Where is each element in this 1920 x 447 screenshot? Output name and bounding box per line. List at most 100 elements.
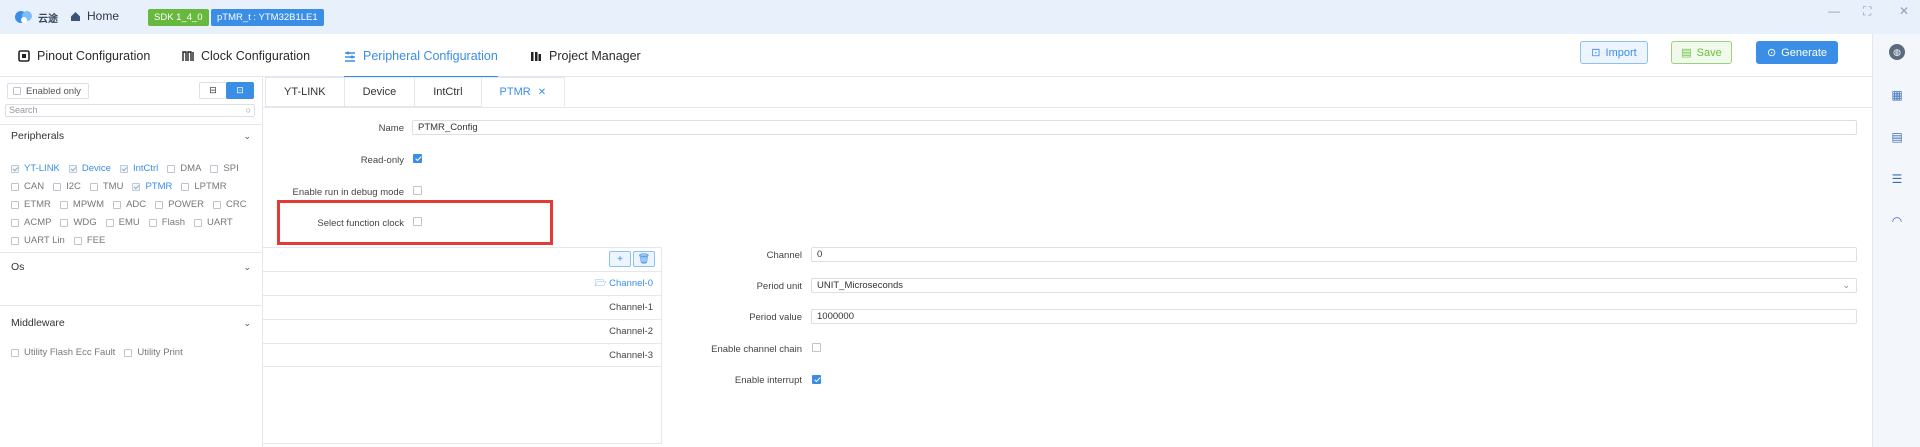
peripheral-etmr[interactable]: ETMR bbox=[11, 199, 51, 210]
peripheral-adc[interactable]: ADC bbox=[113, 199, 146, 210]
channel-row-0[interactable]: 🗁 Channel-0 bbox=[263, 271, 661, 295]
nav-peripheral-configuration[interactable]: Peripheral Configuration bbox=[344, 34, 498, 78]
middleware-header[interactable]: Middleware ⌄ bbox=[0, 313, 263, 333]
peripheral-device[interactable]: Device bbox=[68, 163, 111, 174]
channel-chain-label: Enable channel chain bbox=[711, 344, 802, 355]
trash-icon: 🗑 bbox=[637, 253, 651, 265]
peripheral-flash[interactable]: Flash bbox=[148, 217, 185, 228]
maximize-icon[interactable]: ⛶ bbox=[1863, 4, 1871, 19]
peripheral-yt-link[interactable]: YT-LINK bbox=[11, 163, 60, 174]
os-header[interactable]: Os ⌄ bbox=[0, 257, 263, 277]
nav-label: Project Manager bbox=[549, 48, 641, 63]
clock-wave-icon bbox=[182, 50, 194, 61]
middleware-utility-flash-ecc-fault[interactable]: Utility Flash Ecc Fault bbox=[11, 347, 115, 358]
save-button[interactable]: ▤ Save bbox=[1671, 41, 1732, 64]
divider bbox=[0, 124, 263, 125]
interrupt-label: Enable interrupt bbox=[734, 375, 802, 386]
peripheral-lptmr[interactable]: LPTMR bbox=[181, 181, 227, 192]
channel-row-3[interactable]: Channel-3 bbox=[263, 343, 661, 367]
peripheral-spi[interactable]: SPI bbox=[210, 163, 239, 174]
channel-row-1[interactable]: Channel-1 bbox=[263, 295, 661, 319]
name-input[interactable]: PTMR_Config bbox=[412, 120, 1857, 135]
collapse-all-button[interactable]: ⊟ bbox=[199, 82, 227, 99]
search-input[interactable]: Search ○ bbox=[5, 104, 255, 117]
search-icon: ○ bbox=[245, 105, 251, 115]
generate-button[interactable]: ⊙ Generate bbox=[1756, 41, 1838, 64]
right-rail: ◍ ▦ ▤ ☰ ◠ bbox=[1872, 34, 1920, 447]
name-label: Name bbox=[378, 123, 404, 134]
peripheral-ptmr[interactable]: PTMR bbox=[132, 181, 172, 192]
interrupt-checkbox[interactable] bbox=[812, 375, 821, 384]
chevron-down-icon: ⌄ bbox=[243, 130, 251, 141]
chevron-down-icon: ⌄ bbox=[1842, 280, 1850, 290]
divider bbox=[0, 305, 263, 306]
readonly-checkbox[interactable] bbox=[413, 154, 422, 163]
peripheral-row-4: ACMP WDG EMU Flash UART bbox=[11, 217, 242, 228]
peripheral-mpwm[interactable]: MPWM bbox=[59, 199, 104, 210]
nav-clock-configuration[interactable]: Clock Configuration bbox=[182, 34, 310, 77]
period-value-input[interactable]: 1000000 bbox=[811, 309, 1857, 324]
import-icon: ⊡ bbox=[1591, 47, 1601, 59]
nav-label: Clock Configuration bbox=[201, 48, 311, 63]
tab-yt-link[interactable]: YT-LINK bbox=[265, 77, 345, 107]
import-button[interactable]: ⊡ Import bbox=[1580, 41, 1648, 64]
delete-channel-button[interactable]: 🗑 bbox=[633, 251, 655, 267]
channel-row-2[interactable]: Channel-2 bbox=[263, 319, 661, 343]
save-icon: ▤ bbox=[1681, 47, 1692, 59]
close-window-icon[interactable]: ✕ bbox=[1899, 4, 1909, 18]
channel-chain-checkbox[interactable] bbox=[812, 343, 821, 352]
peripheral-icon bbox=[345, 51, 355, 62]
close-tab-icon[interactable]: ✕ bbox=[538, 87, 546, 98]
peripheral-row-1: YT-LINK Device IntCtrl DMA SPI bbox=[11, 163, 248, 174]
peripheral-fee[interactable]: FEE bbox=[73, 235, 105, 246]
peripheral-can[interactable]: CAN bbox=[11, 181, 44, 192]
peripheral-power[interactable]: POWER bbox=[155, 199, 204, 210]
highlight-box bbox=[277, 200, 553, 245]
peripheral-tabs: YT-LINK Device IntCtrl PTMR ✕ bbox=[265, 77, 566, 107]
period-unit-label: Period unit bbox=[756, 281, 802, 292]
channel-input[interactable]: 0 bbox=[811, 247, 1857, 262]
sliders-icon[interactable]: ☰ bbox=[1890, 172, 1904, 186]
gauge-icon[interactable]: ◠ bbox=[1890, 214, 1904, 228]
tab-device[interactable]: Device bbox=[343, 77, 416, 107]
tab-intctrl[interactable]: IntCtrl bbox=[414, 77, 482, 107]
tab-ptmr[interactable]: PTMR ✕ bbox=[480, 77, 566, 107]
peripheral-wdg[interactable]: WDG bbox=[60, 217, 97, 228]
peripheral-crc[interactable]: CRC bbox=[213, 199, 247, 210]
os-section: Os ⌄ bbox=[0, 257, 263, 277]
middleware-utility-print[interactable]: Utility Print bbox=[124, 347, 183, 358]
add-channel-button[interactable]: + bbox=[609, 251, 631, 267]
nav-label: Pinout Configuration bbox=[37, 48, 151, 63]
content-area: YT-LINK Device IntCtrl PTMR ✕ Name PTMR_… bbox=[263, 77, 1872, 447]
home-icon bbox=[71, 11, 80, 21]
generate-icon: ⊙ bbox=[1766, 47, 1777, 59]
enabled-only-checkbox[interactable]: Enabled only bbox=[7, 83, 89, 99]
debug-mode-label: Enable run in debug mode bbox=[292, 187, 404, 198]
grid-icon[interactable]: ▦ bbox=[1890, 88, 1904, 102]
home-link[interactable]: Home bbox=[70, 9, 119, 23]
nav-pinout-configuration[interactable]: Pinout Configuration bbox=[18, 34, 150, 77]
period-unit-select[interactable]: UNIT_Microseconds ⌄ bbox=[811, 278, 1857, 293]
nav-label: Peripheral Configuration bbox=[363, 48, 498, 63]
nav-project-manager[interactable]: Project Manager bbox=[530, 34, 641, 77]
folder-open-icon: 🗁 bbox=[594, 278, 610, 289]
peripheral-acmp[interactable]: ACMP bbox=[11, 217, 51, 228]
plus-icon: + bbox=[617, 253, 623, 265]
peripheral-intctrl[interactable]: IntCtrl bbox=[119, 163, 158, 174]
main-nav: Pinout Configuration Clock Configuration… bbox=[0, 34, 1872, 78]
peripheral-uart-lin[interactable]: UART Lin bbox=[11, 235, 65, 246]
peripheral-dma[interactable]: DMA bbox=[167, 163, 201, 174]
expand-all-button[interactable]: ⊡ bbox=[226, 82, 254, 99]
document-icon[interactable]: ▤ bbox=[1890, 130, 1904, 144]
peripheral-uart[interactable]: UART bbox=[194, 217, 233, 228]
middleware-section: Middleware ⌄ bbox=[0, 313, 263, 333]
peripheral-tmu[interactable]: TMU bbox=[89, 181, 123, 192]
peripheral-row-3: ETMR MPWM ADC POWER CRC bbox=[11, 199, 256, 210]
project-icon bbox=[531, 51, 541, 61]
debug-mode-checkbox[interactable] bbox=[413, 186, 422, 195]
minimize-icon[interactable]: — bbox=[1828, 4, 1840, 18]
peripheral-emu[interactable]: EMU bbox=[105, 217, 140, 228]
peripheral-i2c[interactable]: I2C bbox=[53, 181, 81, 192]
peripherals-header[interactable]: Peripherals ⌄ bbox=[0, 126, 263, 146]
avatar[interactable]: ◍ bbox=[1889, 44, 1905, 60]
